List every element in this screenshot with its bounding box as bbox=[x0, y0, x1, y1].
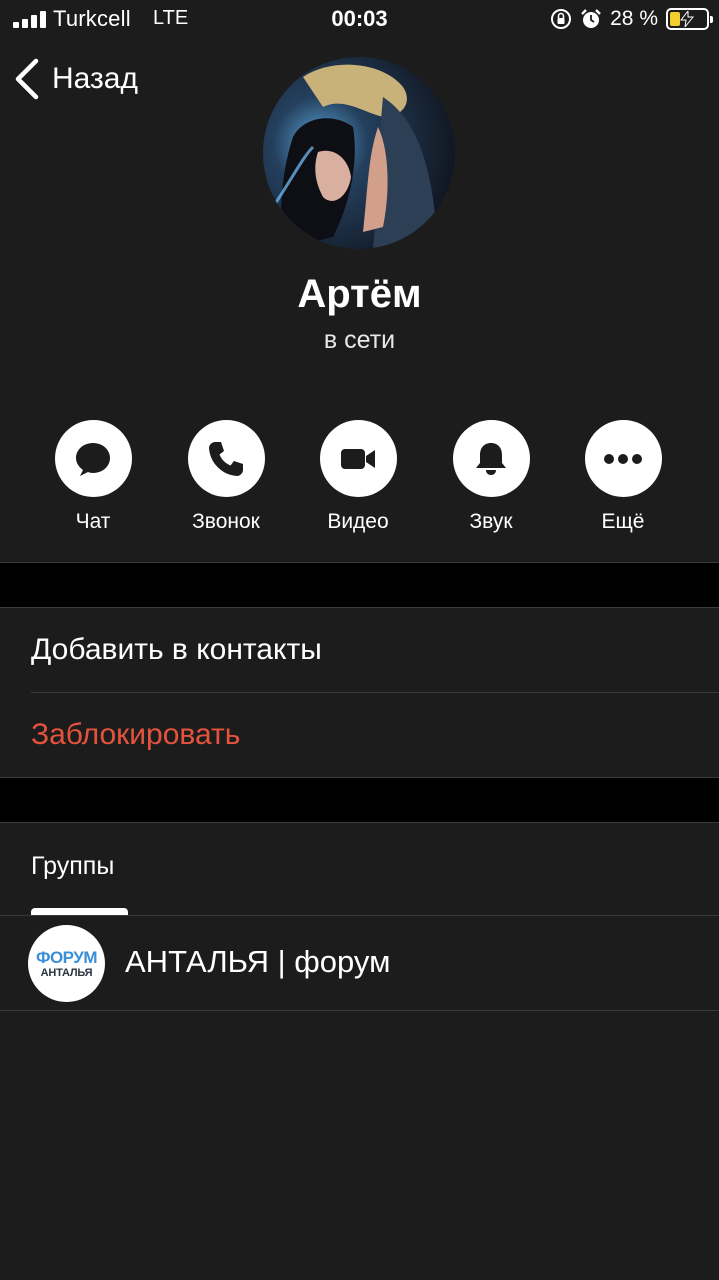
group-avatar: ФОРУМ АНТАЛЬЯ bbox=[28, 925, 105, 1002]
group-list-item[interactable]: ФОРУМ АНТАЛЬЯ АНТАЛЬЯ | форум bbox=[0, 915, 719, 1011]
profile-avatar[interactable] bbox=[263, 57, 455, 249]
section-separator bbox=[0, 777, 719, 823]
chat-bubble-icon bbox=[76, 442, 110, 476]
video-button[interactable]: Видео bbox=[288, 420, 428, 534]
battery-charging-icon bbox=[666, 8, 713, 30]
chat-label: Чат bbox=[75, 510, 111, 533]
presence-status: в сети bbox=[323, 326, 396, 354]
add-to-contacts-button[interactable]: Добавить в контакты bbox=[0, 608, 719, 692]
action-bar: Чат Звонок Видео Звук Ещё bbox=[0, 420, 719, 540]
chat-button[interactable]: Чат bbox=[23, 420, 163, 534]
status-bar: Turkcell LTE 00:03 28 % bbox=[0, 0, 719, 40]
back-label: Назад bbox=[52, 62, 138, 95]
more-button[interactable]: Ещё bbox=[553, 420, 693, 534]
call-label: Звонок bbox=[192, 510, 260, 533]
video-label: Видео bbox=[327, 510, 389, 533]
more-dots-icon bbox=[604, 453, 642, 464]
back-button[interactable]: Назад bbox=[14, 58, 138, 100]
groups-tab-indicator bbox=[31, 908, 128, 915]
block-label: Заблокировать bbox=[31, 718, 241, 751]
sound-button[interactable]: Звук bbox=[421, 420, 561, 534]
battery-level-fill bbox=[670, 12, 680, 26]
status-icons: 28 % bbox=[550, 4, 713, 34]
video-camera-icon bbox=[341, 448, 375, 469]
group-logo-top: ФОРУМ bbox=[35, 947, 98, 967]
section-separator bbox=[0, 562, 719, 608]
sound-label: Звук bbox=[469, 510, 513, 533]
rotation-lock-icon bbox=[551, 9, 572, 29]
bell-icon bbox=[476, 442, 506, 475]
alarm-icon bbox=[581, 9, 601, 28]
phone-icon bbox=[209, 441, 243, 476]
add-to-contacts-label: Добавить в контакты bbox=[31, 633, 322, 666]
battery-percent: 28 % bbox=[610, 7, 658, 30]
block-button[interactable]: Заблокировать bbox=[0, 693, 719, 777]
more-label: Ещё bbox=[601, 510, 645, 533]
group-logo-bottom: АНТАЛЬЯ bbox=[40, 966, 93, 979]
chevron-left-icon bbox=[15, 58, 39, 100]
group-name: АНТАЛЬЯ | форум bbox=[125, 944, 391, 979]
groups-tab[interactable]: Группы bbox=[31, 852, 114, 881]
call-button[interactable]: Звонок bbox=[156, 420, 296, 534]
profile-name: Артём bbox=[297, 272, 422, 316]
